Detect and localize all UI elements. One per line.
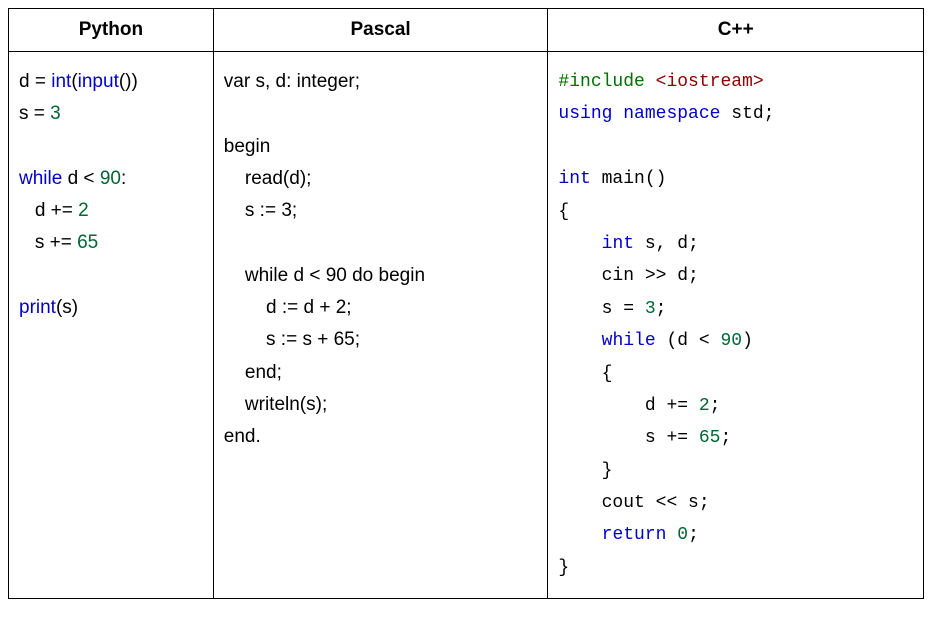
cpp-code: #include <iostream> using namespace std;… bbox=[558, 66, 913, 584]
cell-python: d = int(input()) s = 3 while d < 90: d +… bbox=[9, 52, 214, 599]
cell-cpp: #include <iostream> using namespace std;… bbox=[548, 52, 924, 599]
cell-pascal: var s, d: integer; begin read(d); s := 3… bbox=[213, 52, 548, 599]
header-python: Python bbox=[9, 9, 214, 52]
python-code: d = int(input()) s = 3 while d < 90: d +… bbox=[19, 66, 203, 324]
pascal-code: var s, d: integer; begin read(d); s := 3… bbox=[224, 66, 538, 454]
code-comparison-table: Python Pascal C++ d = int(input()) s = 3… bbox=[8, 8, 924, 599]
header-pascal: Pascal bbox=[213, 9, 548, 52]
header-cpp: C++ bbox=[548, 9, 924, 52]
